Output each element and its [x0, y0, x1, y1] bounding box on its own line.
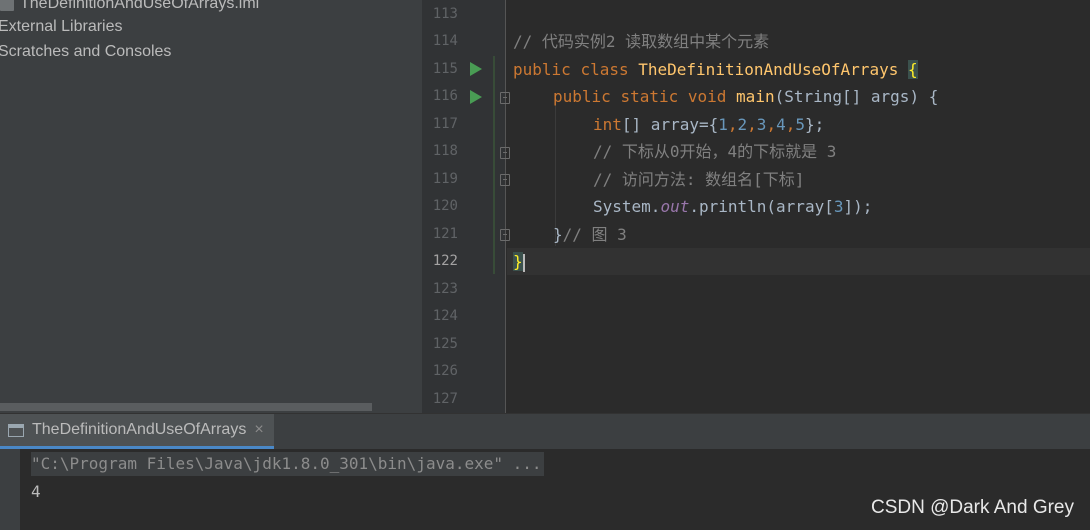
number: 2	[737, 115, 748, 134]
line-number: 124	[432, 308, 458, 324]
watermark: CSDN @Dark And Grey	[870, 497, 1074, 518]
console-command-line: "C:\Program Files\Java\jdk1.8.0_301\bin\…	[31, 452, 544, 476]
code-text: };	[805, 115, 825, 134]
code-text: .println(array[	[689, 197, 834, 216]
class-name: TheDefinitionAndUseOfArrays	[638, 60, 899, 79]
static-field: out	[660, 197, 690, 216]
line-number: 119	[432, 171, 458, 187]
line-number: 125	[432, 336, 458, 352]
keyword: public	[513, 60, 571, 79]
code-line-115: public class TheDefinitionAndUseOfArrays…	[513, 56, 918, 83]
code-line-121: }// 图 3	[553, 221, 627, 248]
line-number-current: 122	[432, 253, 458, 269]
code-text: System.	[593, 197, 661, 216]
keyword: class	[580, 60, 629, 79]
run-main-icon[interactable]	[470, 90, 482, 104]
number: 4	[776, 115, 786, 134]
code-line-118: // 下标从0开始，4的下标就是 3	[593, 138, 836, 165]
code-text: }	[553, 225, 563, 244]
text-caret	[522, 253, 525, 272]
line-number: 116	[432, 88, 458, 104]
run-class-icon[interactable]	[470, 62, 482, 76]
tree-horizontal-scrollbar[interactable]	[0, 403, 372, 411]
matched-brace: }	[513, 252, 523, 271]
keyword: int	[593, 115, 622, 134]
line-number: 118	[432, 143, 458, 159]
code-text: ]);	[843, 197, 873, 216]
number: 5	[795, 115, 805, 134]
line-number: 126	[432, 363, 458, 379]
run-tab-label: TheDefinitionAndUseOfArrays	[32, 421, 247, 438]
close-icon[interactable]: ×	[254, 421, 263, 439]
tree-item-iml-file[interactable]: TheDefinitionAndUseOfArrays.iml	[0, 0, 259, 16]
keyword: public	[553, 87, 611, 106]
tree-item-scratches[interactable]: Scratches and Consoles	[0, 40, 171, 64]
tree-item-label: TheDefinitionAndUseOfArrays.iml	[20, 0, 260, 12]
line-number: 115	[432, 61, 458, 77]
method-name: main	[736, 87, 775, 106]
line-number: 123	[432, 281, 458, 297]
vcs-change-marker	[493, 56, 495, 274]
run-tab[interactable]: TheDefinitionAndUseOfArrays ×	[0, 414, 274, 449]
comma: ,	[747, 115, 757, 134]
line-number: 114	[432, 33, 458, 49]
line-number: 113	[432, 6, 458, 22]
line-number: 121	[432, 226, 458, 242]
number: 3	[756, 115, 767, 134]
console-window-icon	[8, 423, 24, 437]
line-number: 127	[432, 391, 458, 407]
console-output: 4	[31, 482, 41, 501]
comment: // 图 3	[562, 225, 627, 244]
code-line-120: System.out.println(array[3]);	[593, 193, 872, 220]
code-line-119: // 访问方法: 数组名[下标]	[593, 166, 804, 193]
line-number: 117	[432, 116, 458, 132]
comment: // 代码实例2 读取数组中某个元素	[513, 32, 770, 51]
code-text: [] array={	[621, 115, 719, 134]
code-line-117: int[] array={1,2,3,4,5};	[593, 111, 824, 138]
matched-brace: {	[907, 60, 918, 79]
comma: ,	[727, 115, 738, 134]
code-line-114: // 代码实例2 读取数组中某个元素	[513, 28, 769, 55]
comment: // 访问方法: 数组名[下标]	[593, 170, 805, 189]
tree-item-label: Scratches and Consoles	[0, 43, 172, 60]
iml-file-icon	[0, 0, 14, 12]
comma: ,	[766, 115, 777, 134]
comment: // 下标从0开始，4的下标就是 3	[593, 142, 837, 161]
current-line-highlight	[507, 248, 1090, 275]
number: 1	[718, 115, 728, 134]
code-line-116: public static void main(String[] args) {	[553, 83, 938, 110]
keyword: void	[687, 87, 727, 106]
tree-item-label: External Libraries	[0, 18, 123, 35]
project-tree-panel: TheDefinitionAndUseOfArrays.iml External…	[0, 0, 422, 413]
run-toolbar	[0, 449, 20, 530]
code-text: (String[] args) {	[774, 87, 939, 106]
keyword: static	[620, 87, 679, 106]
comma: ,	[785, 115, 796, 134]
tree-item-external-libraries[interactable]: External Libraries	[0, 15, 123, 39]
line-number: 120	[432, 198, 458, 214]
run-tab-bar: TheDefinitionAndUseOfArrays ×	[0, 414, 1090, 449]
code-line-122: }	[513, 248, 525, 275]
code-editor[interactable]: // 代码实例2 读取数组中某个元素 public class TheDefin…	[507, 0, 1090, 413]
